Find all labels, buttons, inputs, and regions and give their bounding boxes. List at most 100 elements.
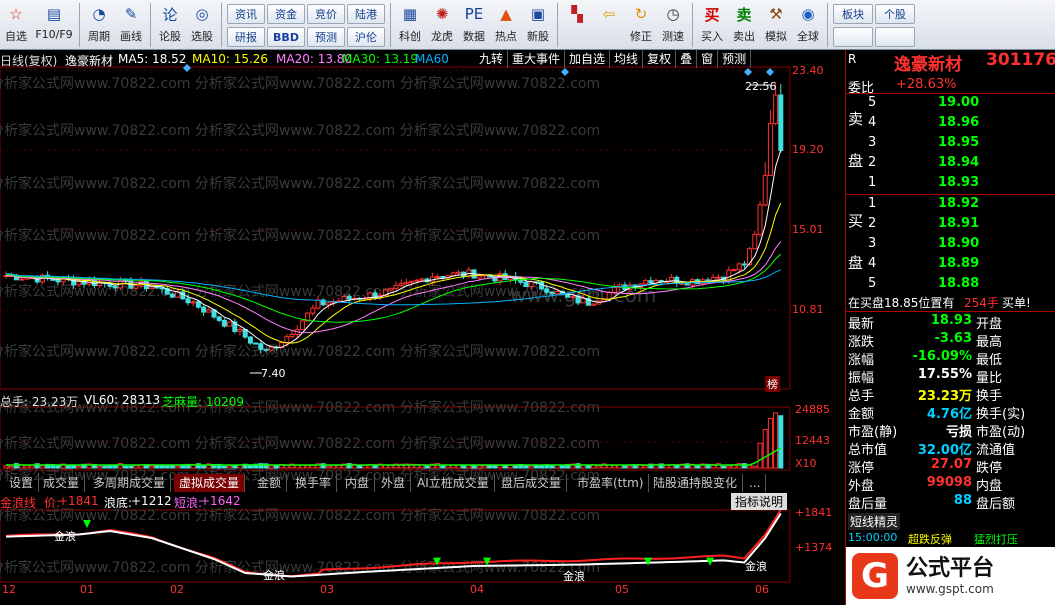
volume-bar <box>232 464 238 469</box>
chart-header-button-1[interactable]: 重大事件 <box>508 50 566 68</box>
short-elf-title[interactable]: 短线精灵 <box>848 513 901 530</box>
buy-order-row[interactable]: 3 18.90 <box>846 236 1055 255</box>
info-grid-button-0[interactable]: 资讯 <box>227 4 265 24</box>
volume-bar <box>362 464 368 469</box>
price-tick-3: 15.01 <box>792 223 824 236</box>
price-tick-1: 23.40 <box>792 64 824 77</box>
indicator-tab-5[interactable]: 换手率 <box>290 474 338 492</box>
indicator-tab-4[interactable]: 金额 <box>252 474 288 492</box>
toolbar-a-4-button[interactable]: 论论股 <box>154 0 186 48</box>
sell-order-row[interactable]: 4 18.96 <box>846 115 1055 134</box>
candle-body <box>570 295 576 298</box>
chart-header-button-6[interactable]: 窗 <box>697 50 719 68</box>
toolbar-b-1-button[interactable]: ✺ 龙虎 <box>426 0 458 48</box>
candle-body <box>435 276 441 279</box>
sector-grid-button-2[interactable] <box>833 27 873 47</box>
quote-row: 总手 23.23万 换手 <box>846 385 1055 404</box>
chart-header-button-0[interactable]: 九转 <box>475 50 509 68</box>
indicator-tab-11[interactable]: 陆股通持股变化 <box>648 474 744 492</box>
chart-header-button-5[interactable]: 叠 <box>676 50 698 68</box>
volume-bar <box>325 465 331 469</box>
indicator-tab-10[interactable]: 市盈率(ttm) <box>572 474 650 492</box>
sector-grid-button-0[interactable]: 板块 <box>833 4 873 24</box>
order-level: 2 <box>868 155 877 170</box>
toolbar-a-0-button[interactable]: ☆ 自选 <box>0 0 32 48</box>
order-price: 18.96 <box>938 115 980 130</box>
info-grid-button-2[interactable]: 竞价 <box>307 4 345 24</box>
toolbar-a-5-button[interactable]: ◎ 选股 <box>186 0 218 48</box>
candle-body <box>419 278 425 281</box>
toolbar-a-1-button[interactable]: ▤ F10/F9 <box>32 0 76 48</box>
high-price-marker: 22.56 <box>745 80 777 93</box>
sector-grid-button-1[interactable]: 个股 <box>875 4 915 24</box>
toolbar-d-2-button[interactable]: ⚒ 模拟 <box>760 0 792 48</box>
buy-order-row[interactable]: 1 18.92 <box>846 196 1055 215</box>
indicator-tab-1[interactable]: 成交量 <box>38 474 86 492</box>
chart-header-button-3[interactable]: 均线 <box>610 50 644 68</box>
sector-grid-button-3[interactable] <box>875 27 915 47</box>
chart-header-button-2[interactable]: 加自选 <box>565 50 611 68</box>
info-grid-button-6[interactable]: 预测 <box>307 27 345 47</box>
volume-bar <box>357 465 363 469</box>
volume-bar <box>559 465 565 469</box>
toolbar-c-0-button[interactable]: ▚ <box>561 0 593 48</box>
globe-icon: ◉ <box>801 5 815 23</box>
volume-bar <box>221 465 227 469</box>
candle-body <box>55 279 61 283</box>
info-grid-button-7[interactable]: 沪伦 <box>347 27 385 47</box>
indicator-tab-2[interactable]: 多周期成交量 <box>88 474 172 492</box>
period-label[interactable]: 日线(复权) <box>0 52 57 69</box>
toolbar-b-2-button[interactable]: PE 数据 <box>458 0 490 48</box>
toolbar-c-1-button[interactable]: ⇦ <box>593 0 625 48</box>
sell-order-row[interactable]: 2 18.94 <box>846 155 1055 174</box>
toolbar-b-3-button[interactable]: ▲ 热点 <box>490 0 522 48</box>
date-tick-2: 02 <box>170 583 184 596</box>
buy-order-row[interactable]: 5 18.88 <box>846 276 1055 295</box>
sell-order-row[interactable]: 3 18.95 <box>846 135 1055 154</box>
short-elf-event: 猛烈打压 <box>974 533 1018 546</box>
info-grid-button-5[interactable]: BBD <box>267 27 305 47</box>
sell-order-row[interactable]: 1 18.93 <box>846 175 1055 194</box>
indicator-tab-3[interactable]: 虚拟成交量 <box>174 474 246 492</box>
buy-order-row[interactable]: 2 18.91 <box>846 216 1055 235</box>
toolbar-d-1-button[interactable]: 卖卖出 <box>728 0 760 48</box>
volume-bar <box>8 465 14 469</box>
chart-header-button-7[interactable]: 预测 <box>718 50 752 68</box>
order-price: 18.94 <box>938 155 980 170</box>
indicator-tab-9[interactable]: 盘后成交量 <box>496 474 568 492</box>
toolbar-c-3-button[interactable]: ◷ 测速 <box>657 0 689 48</box>
order-level: 4 <box>868 256 877 271</box>
candle-body <box>388 287 394 291</box>
toolbar-d-3-button[interactable]: ◉ 全球 <box>792 0 824 48</box>
info-button-grid: 资讯 资金 竞价 陆港研报 BBD 预测 沪伦 <box>225 0 387 51</box>
ma10-line <box>5 202 782 344</box>
sell-order-row[interactable]: 5 19.00 <box>846 95 1055 114</box>
toolbar-c-2-button[interactable]: ↻ 修正 <box>625 0 657 48</box>
indicator-tab-0[interactable]: 设置 <box>4 474 40 492</box>
quote-label: 盘后量 <box>848 497 888 512</box>
volume-bar <box>476 465 482 469</box>
volume-bar <box>29 465 35 469</box>
indicator-tab-8[interactable]: AI立桩成交量 <box>412 474 495 492</box>
info-grid-button-3[interactable]: 陆港 <box>347 4 385 24</box>
toolbar-a-2-button[interactable]: ◔ 周期 <box>83 0 115 48</box>
toolbar-b-4-button[interactable]: ▣ 新股 <box>522 0 554 48</box>
toolbar-a-3-button[interactable]: ✎ 画线 <box>115 0 147 48</box>
toolbar-separator <box>557 3 558 47</box>
rank-badge[interactable]: 榜 <box>765 376 780 392</box>
indicator-tab-6[interactable]: 内盘 <box>340 474 376 492</box>
info-grid-button-1[interactable]: 资金 <box>267 4 305 24</box>
toolbar-b-0-button[interactable]: ▦ 科创 <box>394 0 426 48</box>
toolbar-label: 全球 <box>797 30 819 43</box>
volume-bar <box>523 465 529 469</box>
volume-bar <box>596 465 602 469</box>
info-grid-button-4[interactable]: 研报 <box>227 27 265 47</box>
toolbar-d-0-button[interactable]: 买买入 <box>696 0 728 48</box>
pen-icon: ✎ <box>124 5 138 23</box>
indicator-help-button[interactable]: 指标说明 <box>731 493 788 510</box>
star-icon: ☆ <box>9 5 23 23</box>
buy-order-row[interactable]: 4 18.89 <box>846 256 1055 275</box>
indicator-tab-7[interactable]: 外盘 <box>376 474 412 492</box>
indicator-tab-12[interactable]: ... <box>744 474 767 492</box>
chart-header-button-4[interactable]: 复权 <box>643 50 677 68</box>
